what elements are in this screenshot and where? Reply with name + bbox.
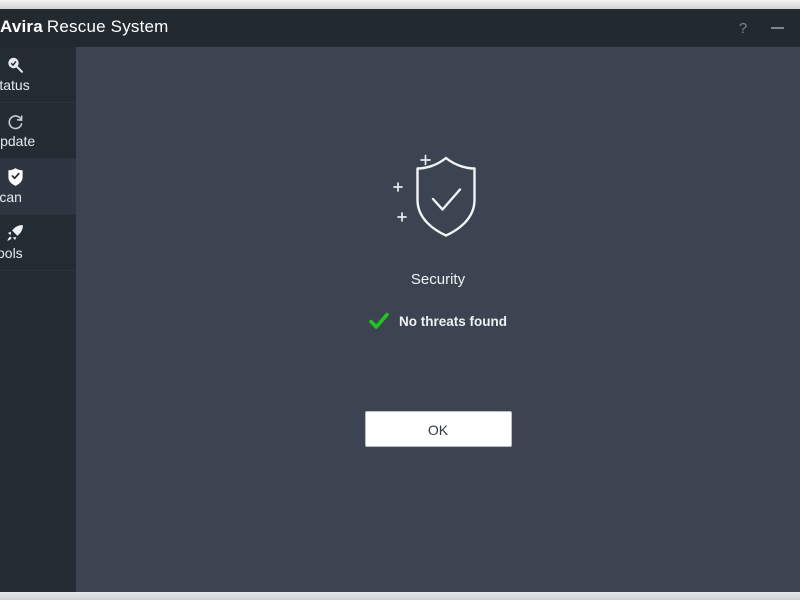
sidebar-item-label: Tools <box>0 245 23 261</box>
action-area: OK <box>76 411 800 447</box>
green-check-icon <box>369 312 389 329</box>
title-bar: Avira Rescue System ? <box>0 9 800 47</box>
hero-label: Security <box>410 271 466 288</box>
application-window: Avira Rescue System ? tatus pdate can oo… <box>0 9 800 592</box>
desktop-background-top <box>0 0 800 9</box>
window-controls: ? <box>730 9 790 47</box>
window-title-brand: Avira <box>0 17 43 36</box>
help-button[interactable]: ? <box>730 15 756 41</box>
sidebar-item-tools[interactable]: Tools <box>0 215 76 271</box>
window-title: Avira Rescue System <box>0 17 169 37</box>
minimize-icon <box>770 27 784 29</box>
sidebar-item-label: Update <box>0 133 36 149</box>
shield-check-filled-icon <box>4 166 26 188</box>
sidebar-item-label: Scan <box>0 189 22 205</box>
scan-status-row: No threats found <box>76 312 800 330</box>
sidebar-item-status[interactable]: Status <box>0 47 76 103</box>
window-title-rest: Rescue System <box>46 17 169 36</box>
desktop-background-bottom <box>0 592 800 600</box>
security-hero: Security <box>76 149 800 288</box>
sidebar-item-label: Status <box>0 77 30 93</box>
screen: Avira Rescue System ? tatus pdate can oo… <box>0 0 800 600</box>
scan-status-text: No threats found <box>399 313 507 329</box>
refresh-circle-icon <box>4 110 26 132</box>
shield-check-sparkle-icon <box>373 149 503 259</box>
sidebar-item-update[interactable]: Update <box>0 103 76 159</box>
ok-button[interactable]: OK <box>364 411 512 447</box>
main-content: Security No threats found OK <box>76 47 800 592</box>
minimize-button[interactable] <box>764 15 790 41</box>
sidebar: Status Update Scan <box>0 47 77 592</box>
rocket-icon <box>4 222 26 244</box>
question-mark-icon: ? <box>738 19 748 37</box>
magnifier-status-icon <box>4 54 26 76</box>
sidebar-item-scan[interactable]: Scan <box>0 159 77 215</box>
